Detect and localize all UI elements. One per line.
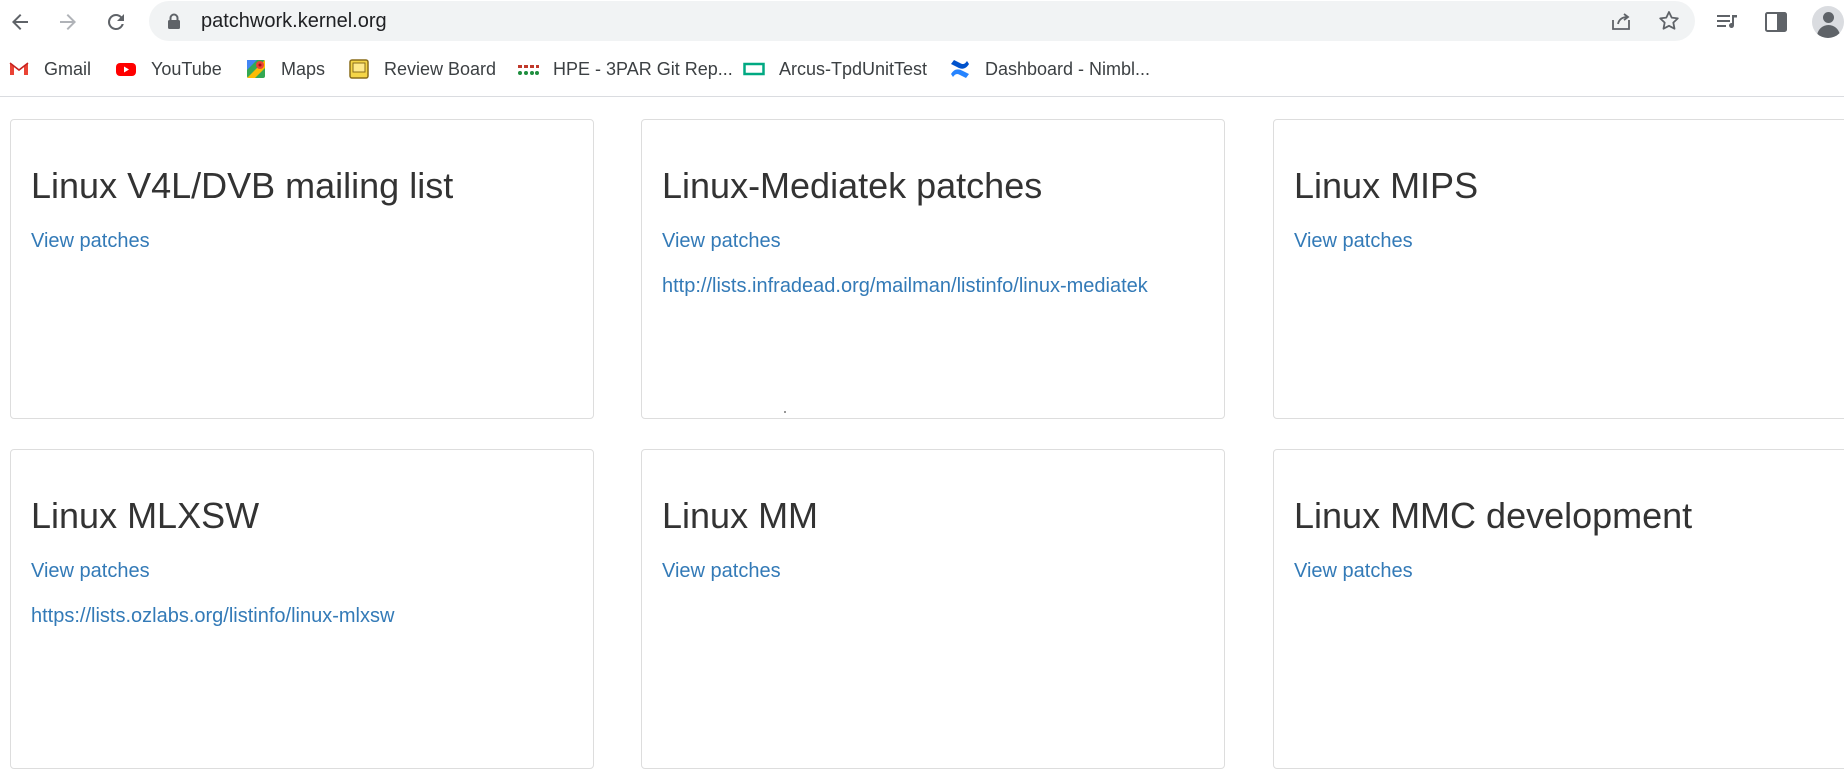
bookmark-label: Arcus-TpdUnitTest xyxy=(779,58,928,79)
mailing-list-link[interactable]: https://lists.ozlabs.org/listinfo/linux-… xyxy=(31,605,394,628)
project-title: Linux MLXSW xyxy=(31,495,260,536)
bookmark-label: Maps xyxy=(281,58,326,79)
star-icon[interactable] xyxy=(1657,9,1681,33)
project-title: Linux MM xyxy=(662,495,819,536)
bookmark-label: Review Board xyxy=(384,58,497,79)
hpe-git-icon xyxy=(518,65,539,75)
view-patches-link[interactable]: View patches xyxy=(31,230,150,253)
bookmarks-bar: Gmail YouTube Maps Review Board HPE - 3P… xyxy=(0,51,1844,87)
project-title: Linux MIPS xyxy=(1294,165,1479,206)
bookmark-gmail[interactable]: Gmail xyxy=(8,51,91,87)
bookmark-label: Gmail xyxy=(44,58,92,79)
bookmark-hpe-git[interactable]: HPE - 3PAR Git Rep... xyxy=(517,51,733,87)
project-card: Linux V4L/DVB mailing list View patches xyxy=(10,119,594,419)
view-patches-link[interactable]: View patches xyxy=(662,230,781,253)
bookmark-youtube[interactable]: YouTube xyxy=(115,51,222,87)
project-card: Linux MIPS View patches xyxy=(1273,119,1844,419)
project-card: Linux MM View patches xyxy=(641,449,1225,769)
address-bar[interactable]: patchwork.kernel.org xyxy=(149,1,1695,41)
share-icon[interactable] xyxy=(1609,9,1633,33)
reload-icon xyxy=(108,14,124,30)
view-patches-link[interactable]: View patches xyxy=(1294,560,1413,583)
maps-icon xyxy=(247,60,265,78)
project-card: Linux MMC development View patches xyxy=(1273,449,1844,769)
url-text[interactable]: patchwork.kernel.org xyxy=(201,10,387,33)
review-board-icon xyxy=(349,59,369,79)
youtube-icon xyxy=(116,63,136,76)
profile-icon[interactable] xyxy=(1812,6,1844,38)
bookmark-label: HPE - 3PAR Git Rep... xyxy=(553,58,733,79)
confluence-icon xyxy=(951,60,969,78)
gmail-icon xyxy=(9,62,29,75)
view-patches-link[interactable]: View patches xyxy=(31,560,150,583)
stray-dot xyxy=(784,411,786,413)
bookmark-arcus[interactable]: Arcus-TpdUnitTest xyxy=(743,51,927,87)
back-button[interactable] xyxy=(4,6,36,38)
mailing-list-link[interactable]: http://lists.infradead.org/mailman/listi… xyxy=(662,275,1148,298)
bookmark-review-board[interactable]: Review Board xyxy=(348,51,496,87)
view-patches-link[interactable]: View patches xyxy=(662,560,781,583)
browser-toolbar: patchwork.kernel.org xyxy=(0,0,1844,44)
media-queue-icon[interactable] xyxy=(1714,8,1742,36)
bookmark-label: Dashboard - Nimbl... xyxy=(985,58,1151,79)
bookmark-dashboard[interactable]: Dashboard - Nimbl... xyxy=(949,51,1150,87)
lock-icon xyxy=(168,13,180,29)
project-card: Linux MLXSW View patches https://lists.o… xyxy=(10,449,594,769)
hpe-rectangle-icon xyxy=(743,62,765,76)
project-card: Linux-Mediatek patches View patches http… xyxy=(641,119,1225,419)
bookmark-maps[interactable]: Maps xyxy=(245,51,325,87)
arrow-left-icon xyxy=(12,14,28,30)
view-patches-link[interactable]: View patches xyxy=(1294,230,1413,253)
forward-button[interactable] xyxy=(52,6,84,38)
arrow-right-icon xyxy=(60,14,76,30)
project-title: Linux V4L/DVB mailing list xyxy=(31,165,454,206)
project-title: Linux-Mediatek patches xyxy=(662,165,1043,206)
side-panel-icon[interactable] xyxy=(1762,8,1790,36)
toolbar-divider xyxy=(0,96,1844,97)
project-title: Linux MMC development xyxy=(1294,495,1693,536)
reload-button[interactable] xyxy=(100,6,132,38)
bookmark-label: YouTube xyxy=(151,58,222,79)
